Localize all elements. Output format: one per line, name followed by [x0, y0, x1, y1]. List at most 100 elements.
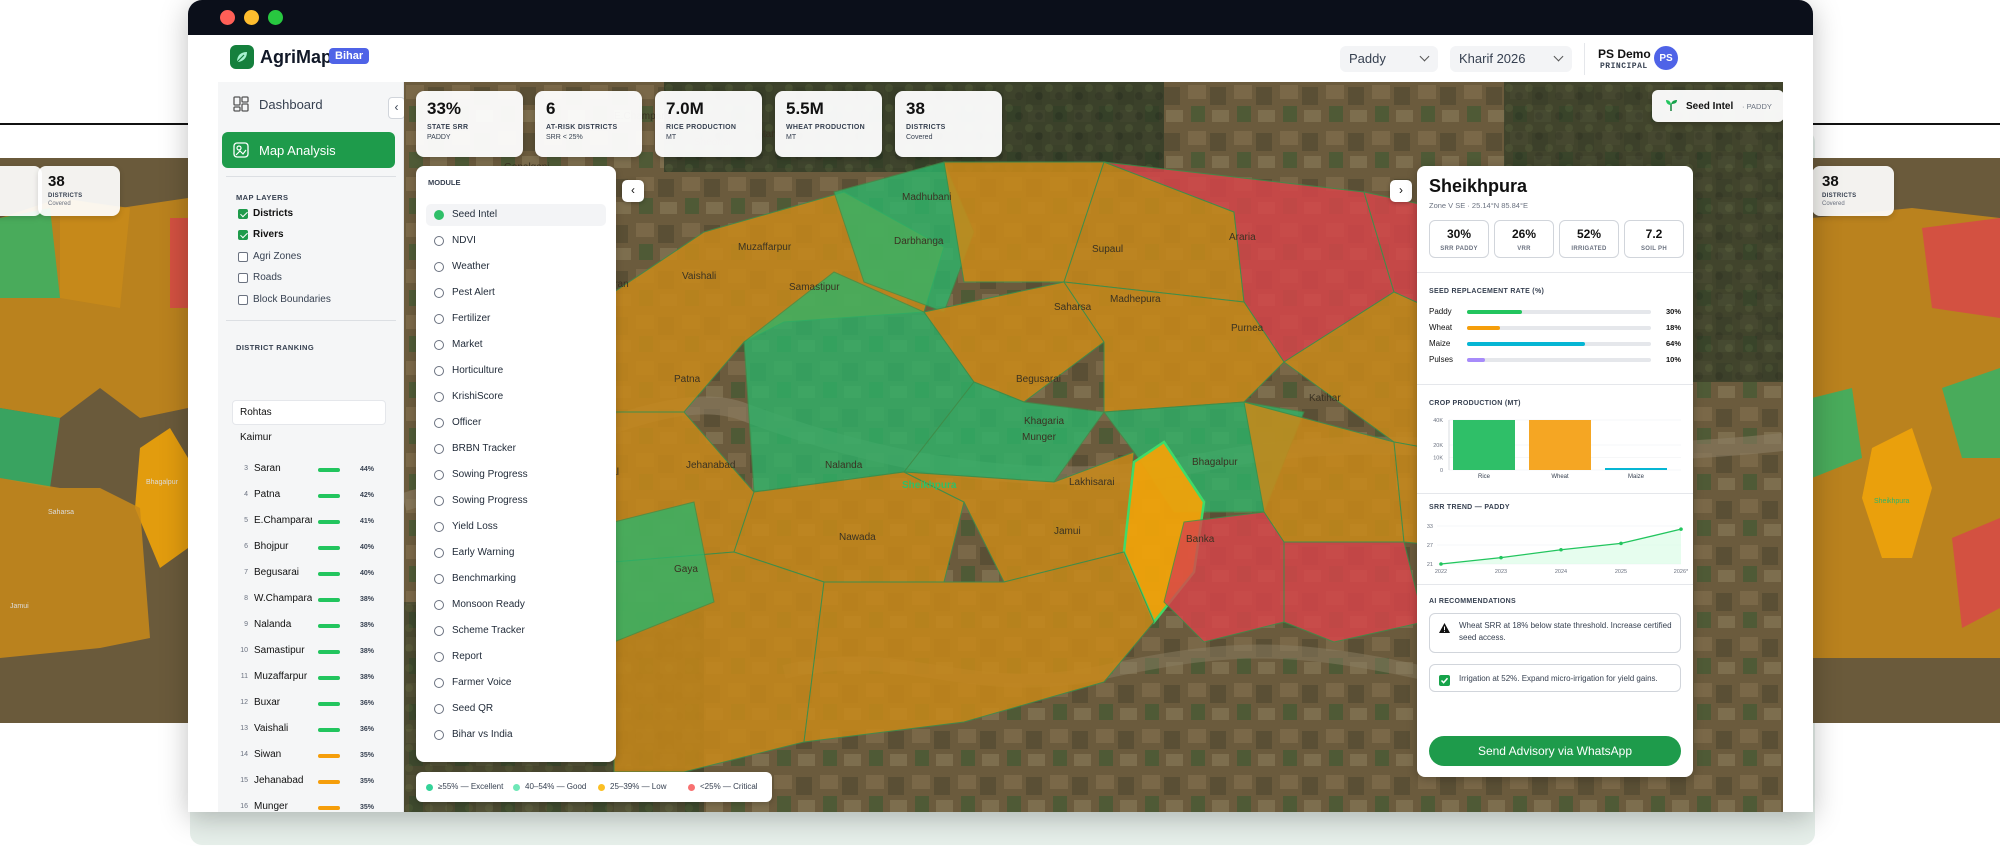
srr-fill	[1467, 342, 1585, 346]
module-item[interactable]: Horticulture	[426, 360, 606, 382]
ranking-row[interactable]: 3 Saran 44%	[238, 462, 378, 478]
ranking-row[interactable]: 14 Siwan 35%	[238, 748, 378, 764]
collapse-detail-button[interactable]: ›	[1390, 180, 1412, 202]
ranking-row[interactable]: 12 Buxar 36%	[238, 696, 378, 712]
srr-track	[1467, 342, 1651, 346]
ranking-bar	[318, 468, 340, 472]
nav-dashboard[interactable]: Dashboard	[222, 86, 395, 122]
module-item[interactable]: Scheme Tracker	[426, 620, 606, 642]
ranking-row[interactable]: 4 Patna 42%	[238, 488, 378, 504]
module-item[interactable]: Sowing Progress	[426, 464, 606, 486]
stat-value: 5.5M	[786, 99, 824, 118]
module-item[interactable]: Officer	[426, 412, 606, 434]
module-item[interactable]: Bihar vs India	[426, 724, 606, 746]
nav-map-analysis[interactable]: Map Analysis	[222, 132, 395, 168]
maximize-window-icon[interactable]	[268, 10, 283, 25]
ranking-percent: 38%	[359, 596, 374, 603]
ranking-row[interactable]: 13 Vaishali 36%	[238, 722, 378, 738]
layer-label: Rivers	[253, 229, 284, 240]
ranking-row[interactable]: 15 Jehanabad 35%	[238, 774, 378, 790]
map-district-label: Vaishali	[682, 271, 716, 282]
module-item[interactable]: Report	[426, 646, 606, 668]
ranking-rank: 4	[244, 491, 248, 498]
ranking-row[interactable]: 16 Munger 35%	[238, 800, 378, 812]
stat-sub: SRR < 25%	[546, 134, 583, 141]
ranking-percent: 40%	[359, 570, 374, 577]
stat-label: WHEAT PRODUCTION	[786, 124, 865, 131]
module-item[interactable]: Benchmarking	[426, 568, 606, 590]
district-ranking-title: DISTRICT RANKING	[236, 343, 315, 352]
ranking-row[interactable]: 10 Samastipur 38%	[238, 644, 378, 660]
module-item-label: Sowing Progress	[452, 469, 528, 480]
section-divider	[1417, 493, 1693, 494]
srr-percent: 10%	[1665, 355, 1681, 364]
module-item[interactable]: Yield Loss	[426, 516, 606, 538]
kpi-soil-ph: 7.2 SOIL PH	[1624, 220, 1684, 258]
stat-sub: MT	[786, 134, 797, 141]
trend-point	[1439, 562, 1443, 566]
y-tick-label: 33	[1427, 524, 1433, 530]
active-module-pill[interactable]: Seed Intel · PADDY	[1652, 90, 1783, 122]
module-item[interactable]: Sowing Progress	[426, 490, 606, 512]
module-item-label: Pest Alert	[452, 287, 495, 298]
season-select[interactable]: Kharif 2026	[1450, 46, 1572, 72]
module-item[interactable]: Early Warning	[426, 542, 606, 564]
module-item[interactable]: Weather	[426, 256, 606, 278]
module-item[interactable]: Seed QR	[426, 698, 606, 720]
y-tick-label: 0	[1440, 468, 1443, 474]
ai-recommendation-success: Irrigation at 52%. Expand micro-irrigati…	[1429, 664, 1681, 692]
module-item[interactable]: Fertilizer	[426, 308, 606, 330]
district-detail-panel: Sheikhpura Zone V SE · 25.14°N 85.84°E 3…	[1417, 166, 1693, 777]
ranking-selected-item[interactable]: Rohtas	[232, 400, 386, 425]
module-item[interactable]: Market	[426, 334, 606, 356]
crop-production-chart: 40K 20K 10K 0 Rice Wheat Maize	[1433, 418, 1681, 480]
ghost-screenshot-right: Sheikhpura 38 DISTRICTS Covered	[1812, 158, 2000, 723]
chevron-down-icon	[1553, 51, 1564, 62]
minimize-window-icon[interactable]	[244, 10, 259, 25]
send-advisory-button[interactable]: Send Advisory via WhatsApp	[1429, 736, 1681, 766]
ranking-row[interactable]: 7 Begusarai 40%	[238, 566, 378, 582]
trend-section-title: SRR TREND — PADDY	[1429, 504, 1510, 511]
module-item[interactable]: Pest Alert	[426, 282, 606, 304]
module-item[interactable]: BRBN Tracker	[426, 438, 606, 460]
ranking-row[interactable]: 8 W.Champaran 38%	[238, 592, 378, 608]
module-item-label: Horticulture	[452, 365, 504, 376]
active-module-label: Seed Intel	[1686, 101, 1734, 112]
leaf-logo-icon	[230, 45, 254, 69]
app-root: AgriMap Bihar Paddy Kharif 2026 PS Demo …	[218, 35, 1783, 812]
module-item[interactable]: Farmer Voice	[426, 672, 606, 694]
map-district-label: Samastipur	[789, 282, 840, 293]
stat-label: AT-RISK DISTRICTS	[546, 124, 618, 131]
user-role: PRINCIPAL	[1600, 62, 1648, 71]
ranking-row[interactable]: 11 Muzaffarpur 38%	[238, 670, 378, 686]
module-item[interactable]: Monsoon Ready	[426, 594, 606, 616]
kpi-value: 30%	[1446, 227, 1472, 241]
crop-select[interactable]: Paddy	[1340, 46, 1438, 72]
collapse-sidebar-button[interactable]: ‹	[388, 97, 405, 119]
module-item[interactable]: Seed Intel	[426, 204, 606, 226]
avatar[interactable]: PS	[1654, 46, 1678, 70]
ranking-row[interactable]: 6 Bhojpur 40%	[238, 540, 378, 556]
layer-label: Agri Zones	[253, 251, 302, 262]
layer-label: Roads	[253, 272, 282, 283]
module-item-label: Seed Intel	[452, 209, 498, 220]
close-window-icon[interactable]	[220, 10, 235, 25]
legend-label: 25–39% — Low	[610, 782, 667, 791]
ranking-item[interactable]: Kaimur	[240, 432, 272, 443]
radio-empty-icon	[434, 574, 444, 584]
kpi-label: VRR	[1517, 246, 1531, 252]
module-item-label: NDVI	[452, 235, 476, 246]
module-item[interactable]: NDVI	[426, 230, 606, 252]
ranking-percent: 38%	[359, 622, 374, 629]
map-canvas[interactable]: E.ChamparanGopalganjSheoharSitamarhiMadh…	[404, 82, 1783, 812]
module-item-label: Sowing Progress	[452, 495, 528, 506]
module-item[interactable]: KrishiScore	[426, 386, 606, 408]
layer-label: Districts	[253, 208, 294, 219]
ranking-bar	[318, 520, 340, 524]
ranking-row[interactable]: 9 Nalanda 38%	[238, 618, 378, 634]
ai-recommendation-text: Irrigation at 52%. Expand micro-irrigati…	[1459, 674, 1658, 683]
collapse-module-button[interactable]: ‹	[622, 180, 644, 202]
kpi-value: 52%	[1576, 227, 1602, 241]
ai-section-title: AI RECOMMENDATIONS	[1429, 598, 1516, 605]
ranking-row[interactable]: 5 E.Champaran 41%	[238, 514, 378, 530]
